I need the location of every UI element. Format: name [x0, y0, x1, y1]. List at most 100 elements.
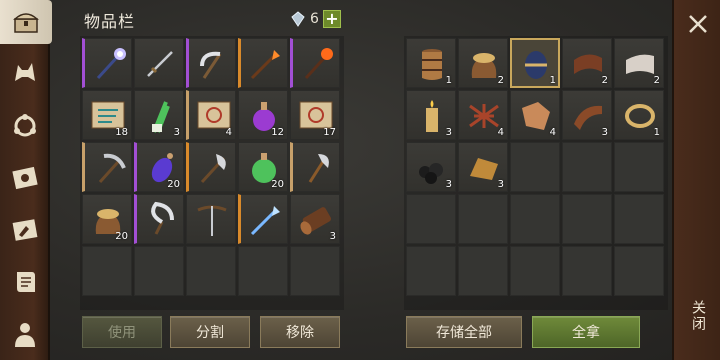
sidebar-tab-build[interactable] — [4, 208, 46, 252]
storage-slot[interactable]: 2 — [458, 38, 508, 88]
build-icon — [12, 219, 38, 241]
storage-slot[interactable] — [406, 194, 456, 244]
item-count: 1 — [549, 75, 556, 86]
inventory-screen: 物品栏 6 + 18 3 4 12 17 20 20 20 3 121223443133 使用 … — [0, 0, 720, 360]
sword-icon — [147, 51, 173, 77]
inventory-slot[interactable] — [82, 142, 132, 192]
item-count: 3 — [445, 179, 452, 190]
item-count: 20 — [271, 179, 284, 190]
inventory-slot[interactable] — [186, 142, 236, 192]
storage-slot[interactable]: 2 — [562, 38, 612, 88]
sidebar-tab-skills[interactable] — [4, 104, 46, 148]
inventory-slot[interactable] — [82, 38, 132, 88]
use-button[interactable]: 使用 — [82, 316, 162, 348]
item-count: 2 — [497, 75, 504, 86]
inventory-slot[interactable] — [134, 194, 184, 244]
item-count: 1 — [445, 75, 452, 86]
storage-slot[interactable]: 3 — [458, 142, 508, 192]
crossbow-icon — [197, 205, 227, 236]
item-count: 2 — [653, 75, 660, 86]
inventory-slot[interactable] — [238, 246, 288, 296]
store-all-button[interactable]: 存储全部 — [406, 316, 522, 348]
storage-slot[interactable]: 1 — [510, 38, 560, 88]
inventory-slot[interactable] — [238, 194, 288, 244]
item-count: 3 — [445, 127, 452, 138]
sidebar-tab-recipes[interactable] — [4, 260, 46, 304]
item-count: 2 — [601, 75, 608, 86]
inventory-slot[interactable] — [82, 246, 132, 296]
inventory-slot[interactable] — [290, 246, 340, 296]
storage-slot[interactable] — [510, 142, 560, 192]
take-all-button[interactable]: 全拿 — [532, 316, 640, 348]
gem-icon — [291, 11, 305, 27]
storage-slot[interactable]: 3 — [406, 90, 456, 140]
sidebar-tab-chest[interactable] — [0, 0, 52, 44]
scroll-icon — [17, 272, 35, 292]
inventory-slot[interactable]: 20 — [238, 142, 288, 192]
gem-count: 6 — [310, 11, 319, 27]
item-count: 4 — [225, 127, 232, 138]
magic-staff-icon — [96, 48, 126, 80]
inventory-slot[interactable]: 20 — [82, 194, 132, 244]
storage-slot[interactable] — [614, 246, 664, 296]
inventory-slot[interactable] — [290, 38, 340, 88]
storage-slot[interactable] — [614, 142, 664, 192]
storage-slot[interactable] — [458, 246, 508, 296]
inventory-slot[interactable]: 18 — [82, 90, 132, 140]
pickaxe-icon — [98, 153, 126, 184]
inventory-slot[interactable] — [238, 38, 288, 88]
sidebar-tab-map[interactable] — [4, 156, 46, 200]
storage-slot[interactable]: 2 — [614, 38, 664, 88]
close-panel[interactable]: 关闭 — [672, 0, 720, 360]
item-count: 20 — [167, 179, 180, 190]
storage-slot[interactable]: 1 — [614, 90, 664, 140]
inventory-slot[interactable]: 3 — [290, 194, 340, 244]
ice-spear-icon — [250, 206, 280, 236]
storage-slot[interactable]: 3 — [562, 90, 612, 140]
hand-axe-icon — [308, 154, 329, 183]
storage-slot[interactable]: 1 — [406, 38, 456, 88]
item-count: 12 — [271, 127, 284, 138]
storage-slot[interactable] — [562, 142, 612, 192]
split-button[interactable]: 分割 — [170, 316, 250, 348]
item-count: 4 — [549, 127, 556, 138]
item-count: 17 — [323, 127, 336, 138]
inventory-slot[interactable] — [186, 246, 236, 296]
storage-slot[interactable]: 4 — [510, 90, 560, 140]
item-count: 18 — [115, 127, 128, 138]
storage-slot[interactable] — [406, 246, 456, 296]
inventory-slot[interactable] — [134, 38, 184, 88]
storage-slot[interactable] — [510, 194, 560, 244]
inventory-slot[interactable]: 12 — [238, 90, 288, 140]
inventory-slot[interactable] — [186, 38, 236, 88]
inventory-grid: 18 3 4 12 17 20 20 20 3 — [82, 38, 340, 296]
inventory-slot[interactable] — [290, 142, 340, 192]
sidebar-tab-pets[interactable] — [4, 50, 46, 94]
fire-spear-icon — [250, 50, 280, 80]
storage-slot[interactable] — [510, 246, 560, 296]
close-label: 关闭 — [690, 300, 706, 332]
chest-icon — [13, 13, 39, 33]
close-icon[interactable] — [684, 10, 712, 38]
storage-slot[interactable] — [562, 246, 612, 296]
scythe-icon — [200, 51, 222, 79]
storage-slot[interactable] — [614, 194, 664, 244]
storage-slot[interactable] — [562, 194, 612, 244]
skills-icon — [14, 114, 36, 137]
inventory-slot[interactable]: 4 — [186, 90, 236, 140]
sidebar-tab-character[interactable] — [4, 312, 46, 356]
storage-grid: 1 2 1 2 2 3 4 4 3 1 3 3 — [406, 38, 664, 296]
inventory-slot[interactable]: 17 — [290, 90, 340, 140]
inventory-slot[interactable] — [186, 194, 236, 244]
storage-slot[interactable] — [458, 194, 508, 244]
inventory-slot[interactable]: 3 — [134, 90, 184, 140]
item-count: 3 — [329, 231, 336, 242]
remove-button[interactable]: 移除 — [260, 316, 340, 348]
inventory-slot[interactable] — [134, 246, 184, 296]
page-title: 物品栏 — [84, 12, 136, 31]
storage-slot[interactable]: 3 — [406, 142, 456, 192]
storage-slot[interactable]: 4 — [458, 90, 508, 140]
map-icon — [12, 166, 38, 190]
add-gems-button[interactable]: + — [322, 10, 341, 28]
inventory-slot[interactable]: 20 — [134, 142, 184, 192]
